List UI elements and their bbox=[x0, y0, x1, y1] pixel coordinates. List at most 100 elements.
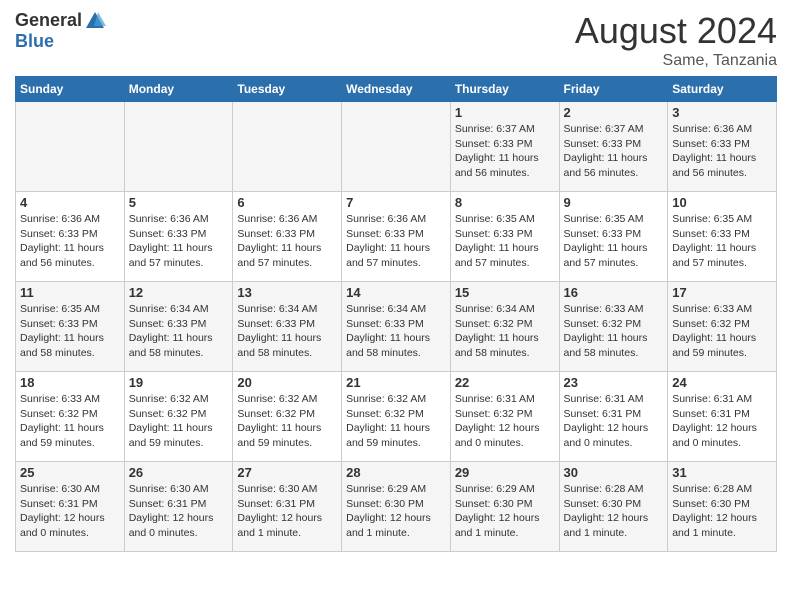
day-number: 17 bbox=[672, 285, 772, 300]
day-number: 20 bbox=[237, 375, 337, 390]
day-info: Sunrise: 6:28 AMSunset: 6:30 PMDaylight:… bbox=[672, 482, 772, 541]
day-number: 11 bbox=[20, 285, 120, 300]
day-info: Sunrise: 6:30 AMSunset: 6:31 PMDaylight:… bbox=[129, 482, 229, 541]
calendar-cell: 19Sunrise: 6:32 AMSunset: 6:32 PMDayligh… bbox=[124, 372, 233, 462]
month-year-title: August 2024 bbox=[575, 10, 777, 52]
calendar-cell: 22 Sunrise: 6:31 AMSunset: 6:32 PMDayligh… bbox=[450, 372, 559, 462]
day-number: 31 bbox=[672, 465, 772, 480]
day-number: 6 bbox=[237, 195, 337, 210]
day-info: Sunrise: 6:34 AMSunset: 6:32 PMDaylight:… bbox=[455, 302, 555, 361]
calendar-cell bbox=[233, 102, 342, 192]
day-info: Sunrise: 6:33 AMSunset: 6:32 PMDaylight:… bbox=[672, 302, 772, 361]
calendar-cell: 28Sunrise: 6:29 AMSunset: 6:30 PMDayligh… bbox=[342, 462, 451, 552]
calendar-week-row: 25 Sunrise: 6:30 AMSunset: 6:31 PMDayligh… bbox=[16, 462, 777, 552]
day-info: Sunrise: 6:34 AMSunset: 6:33 PMDaylight:… bbox=[346, 302, 446, 361]
calendar-cell: 25 Sunrise: 6:30 AMSunset: 6:31 PMDayligh… bbox=[16, 462, 125, 552]
day-number: 24 bbox=[672, 375, 772, 390]
day-number: 29 bbox=[455, 465, 555, 480]
day-info: Sunrise: 6:35 AMSunset: 6:33 PMDaylight:… bbox=[20, 302, 120, 361]
header-day-monday: Monday bbox=[124, 77, 233, 102]
day-number: 21 bbox=[346, 375, 446, 390]
header-day-tuesday: Tuesday bbox=[233, 77, 342, 102]
header-day-wednesday: Wednesday bbox=[342, 77, 451, 102]
calendar-cell: 14 Sunrise: 6:34 AMSunset: 6:33 PMDayligh… bbox=[342, 282, 451, 372]
day-number: 12 bbox=[129, 285, 229, 300]
calendar-body: 1Sunrise: 6:37 AMSunset: 6:33 PMDaylight… bbox=[16, 102, 777, 552]
calendar-cell: 15Sunrise: 6:34 AMSunset: 6:32 PMDayligh… bbox=[450, 282, 559, 372]
day-info: Sunrise: 6:30 AMSunset: 6:31 PMDaylight:… bbox=[20, 482, 120, 541]
header-day-thursday: Thursday bbox=[450, 77, 559, 102]
calendar-cell: 17 Sunrise: 6:33 AMSunset: 6:32 PMDayligh… bbox=[668, 282, 777, 372]
calendar-cell: 27 Sunrise: 6:30 AMSunset: 6:31 PMDayligh… bbox=[233, 462, 342, 552]
day-info: Sunrise: 6:34 AMSunset: 6:33 PMDaylight:… bbox=[129, 302, 229, 361]
day-number: 14 bbox=[346, 285, 446, 300]
calendar-cell: 30 Sunrise: 6:28 AMSunset: 6:30 PMDayligh… bbox=[559, 462, 668, 552]
day-info: Sunrise: 6:32 AMSunset: 6:32 PMDaylight:… bbox=[346, 392, 446, 451]
header-day-friday: Friday bbox=[559, 77, 668, 102]
day-info: Sunrise: 6:37 AMSunset: 6:33 PMDaylight:… bbox=[455, 122, 555, 181]
calendar-cell: 1Sunrise: 6:37 AMSunset: 6:33 PMDaylight… bbox=[450, 102, 559, 192]
calendar-cell: 3 Sunrise: 6:36 AMSunset: 6:33 PMDaylight… bbox=[668, 102, 777, 192]
day-number: 23 bbox=[564, 375, 664, 390]
day-number: 4 bbox=[20, 195, 120, 210]
day-info: Sunrise: 6:33 AMSunset: 6:32 PMDaylight:… bbox=[564, 302, 664, 361]
calendar-cell bbox=[124, 102, 233, 192]
calendar-header-row: SundayMondayTuesdayWednesdayThursdayFrid… bbox=[16, 77, 777, 102]
calendar-week-row: 4 Sunrise: 6:36 AMSunset: 6:33 PMDaylight… bbox=[16, 192, 777, 282]
calendar-cell: 5Sunrise: 6:36 AMSunset: 6:33 PMDaylight… bbox=[124, 192, 233, 282]
calendar-cell bbox=[16, 102, 125, 192]
day-info: Sunrise: 6:36 AMSunset: 6:33 PMDaylight:… bbox=[346, 212, 446, 271]
header-day-saturday: Saturday bbox=[668, 77, 777, 102]
calendar-cell: 18 Sunrise: 6:33 AMSunset: 6:32 PMDayligh… bbox=[16, 372, 125, 462]
calendar-cell: 21 Sunrise: 6:32 AMSunset: 6:32 PMDayligh… bbox=[342, 372, 451, 462]
calendar-cell bbox=[342, 102, 451, 192]
day-info: Sunrise: 6:35 AMSunset: 6:33 PMDaylight:… bbox=[672, 212, 772, 271]
day-info: Sunrise: 6:31 AMSunset: 6:31 PMDaylight:… bbox=[564, 392, 664, 451]
day-number: 25 bbox=[20, 465, 120, 480]
day-info: Sunrise: 6:35 AMSunset: 6:33 PMDaylight:… bbox=[455, 212, 555, 271]
day-number: 30 bbox=[564, 465, 664, 480]
calendar-week-row: 1Sunrise: 6:37 AMSunset: 6:33 PMDaylight… bbox=[16, 102, 777, 192]
day-info: Sunrise: 6:32 AMSunset: 6:32 PMDaylight:… bbox=[237, 392, 337, 451]
page-header: General Blue August 2024 Same, Tanzania bbox=[15, 10, 777, 70]
calendar-cell: 4Sunrise: 6:36 AMSunset: 6:33 PMDaylight… bbox=[16, 192, 125, 282]
calendar-cell: 13Sunrise: 6:34 AMSunset: 6:33 PMDayligh… bbox=[233, 282, 342, 372]
calendar-cell: 26Sunrise: 6:30 AMSunset: 6:31 PMDayligh… bbox=[124, 462, 233, 552]
calendar-cell: 29 Sunrise: 6:29 AMSunset: 6:30 PMDayligh… bbox=[450, 462, 559, 552]
calendar-week-row: 18 Sunrise: 6:33 AMSunset: 6:32 PMDayligh… bbox=[16, 372, 777, 462]
logo: General Blue bbox=[15, 10, 106, 52]
calendar-cell: 31 Sunrise: 6:28 AMSunset: 6:30 PMDayligh… bbox=[668, 462, 777, 552]
day-number: 13 bbox=[237, 285, 337, 300]
day-number: 9 bbox=[564, 195, 664, 210]
day-number: 22 bbox=[455, 375, 555, 390]
day-info: Sunrise: 6:30 AMSunset: 6:31 PMDaylight:… bbox=[237, 482, 337, 541]
day-number: 10 bbox=[672, 195, 772, 210]
calendar-cell: 12 Sunrise: 6:34 AMSunset: 6:33 PMDayligh… bbox=[124, 282, 233, 372]
day-number: 18 bbox=[20, 375, 120, 390]
day-info: Sunrise: 6:31 AMSunset: 6:32 PMDaylight:… bbox=[455, 392, 555, 451]
calendar-table: SundayMondayTuesdayWednesdayThursdayFrid… bbox=[15, 76, 777, 552]
calendar-cell: 24 Sunrise: 6:31 AMSunset: 6:31 PMDayligh… bbox=[668, 372, 777, 462]
day-info: Sunrise: 6:29 AMSunset: 6:30 PMDaylight:… bbox=[455, 482, 555, 541]
calendar-cell: 7 Sunrise: 6:36 AMSunset: 6:33 PMDaylight… bbox=[342, 192, 451, 282]
logo-general-text: General bbox=[15, 11, 82, 31]
logo-icon bbox=[84, 10, 106, 32]
calendar-cell: 16 Sunrise: 6:33 AMSunset: 6:32 PMDayligh… bbox=[559, 282, 668, 372]
day-info: Sunrise: 6:31 AMSunset: 6:31 PMDaylight:… bbox=[672, 392, 772, 451]
calendar-cell: 9Sunrise: 6:35 AMSunset: 6:33 PMDaylight… bbox=[559, 192, 668, 282]
calendar-cell: 8Sunrise: 6:35 AMSunset: 6:33 PMDaylight… bbox=[450, 192, 559, 282]
calendar-cell: 2Sunrise: 6:37 AMSunset: 6:33 PMDaylight… bbox=[559, 102, 668, 192]
day-info: Sunrise: 6:36 AMSunset: 6:33 PMDaylight:… bbox=[237, 212, 337, 271]
day-info: Sunrise: 6:36 AMSunset: 6:33 PMDaylight:… bbox=[672, 122, 772, 181]
day-number: 2 bbox=[564, 105, 664, 120]
day-number: 27 bbox=[237, 465, 337, 480]
calendar-week-row: 11 Sunrise: 6:35 AMSunset: 6:33 PMDayligh… bbox=[16, 282, 777, 372]
day-info: Sunrise: 6:28 AMSunset: 6:30 PMDaylight:… bbox=[564, 482, 664, 541]
logo-blue-text: Blue bbox=[15, 32, 106, 52]
day-info: Sunrise: 6:33 AMSunset: 6:32 PMDaylight:… bbox=[20, 392, 120, 451]
day-number: 7 bbox=[346, 195, 446, 210]
calendar-cell: 10 Sunrise: 6:35 AMSunset: 6:33 PMDayligh… bbox=[668, 192, 777, 282]
calendar-cell: 20 Sunrise: 6:32 AMSunset: 6:32 PMDayligh… bbox=[233, 372, 342, 462]
day-number: 3 bbox=[672, 105, 772, 120]
day-number: 16 bbox=[564, 285, 664, 300]
